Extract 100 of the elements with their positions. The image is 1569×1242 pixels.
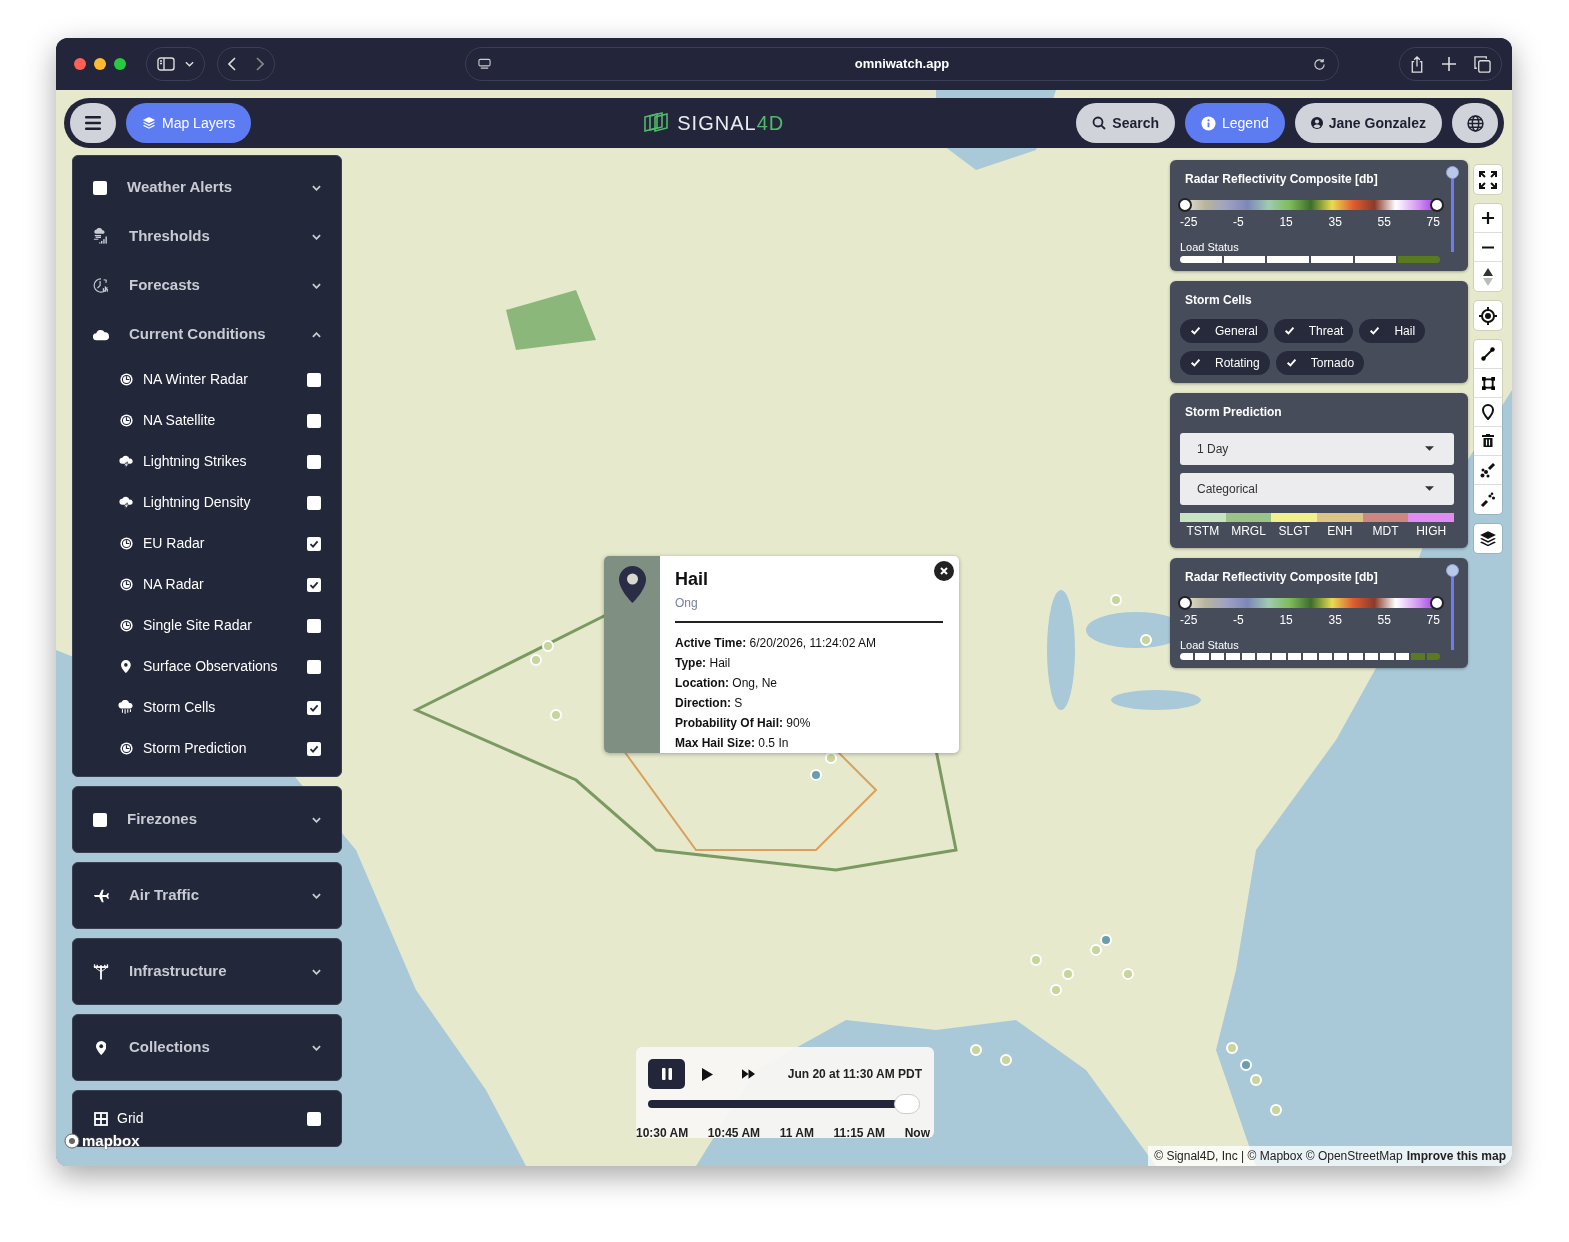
timestamp: Jun 20 at 11:30 AM PDT — [787, 1066, 922, 1083]
time-slider[interactable] — [648, 1094, 920, 1114]
select-field[interactable]: Categorical — [1180, 472, 1454, 505]
layer-item[interactable]: Surface Observations — [73, 646, 341, 687]
storm-cell-marker[interactable] — [1030, 954, 1042, 966]
layer-group-header[interactable]: Weather Alerts — [73, 163, 341, 212]
popup-title: Hail — [675, 568, 709, 590]
chevron-down-icon — [312, 282, 321, 289]
layer-item[interactable]: Lightning Strikes — [73, 441, 341, 482]
sidebar-toggle-button[interactable] — [157, 57, 175, 71]
pin-icon — [1482, 404, 1494, 420]
search-icon — [1092, 116, 1107, 130]
close-button[interactable] — [934, 561, 954, 581]
layer-item[interactable]: Storm Prediction — [73, 728, 341, 769]
checkbox[interactable] — [93, 180, 107, 195]
map-pin-icon — [618, 566, 646, 603]
chevron-down-icon — [312, 892, 321, 899]
tabs-icon — [1474, 55, 1491, 73]
forward-button[interactable] — [256, 57, 264, 71]
storm-cell-marker[interactable] — [1226, 1042, 1238, 1054]
storm-cell-marker[interactable] — [1090, 944, 1102, 956]
layer-group-header[interactable]: Infrastructure — [73, 947, 341, 996]
scale-tick-label: -25 — [1180, 214, 1198, 231]
filter-chip[interactable]: Rotating — [1180, 350, 1270, 375]
opacity-slider[interactable] — [1446, 166, 1460, 252]
storm-cell-marker[interactable] — [550, 709, 562, 721]
back-icon — [228, 57, 236, 71]
checkbox[interactable] — [307, 1111, 321, 1126]
filter-chip[interactable]: Hail — [1359, 318, 1426, 343]
checkbox[interactable] — [307, 454, 321, 469]
layer-item[interactable]: NA Radar — [73, 564, 341, 605]
layer-item[interactable]: NA Satellite — [73, 400, 341, 441]
range-handle[interactable] — [1178, 198, 1192, 212]
storm-cell-marker[interactable] — [1062, 968, 1074, 980]
select-field[interactable]: 1 Day — [1180, 432, 1454, 465]
range-handle[interactable] — [1430, 198, 1444, 212]
chevron-down-icon — [312, 233, 321, 240]
storm-cell-marker[interactable] — [1122, 968, 1134, 980]
category-label: SLGT — [1278, 522, 1310, 540]
storm-cell-marker[interactable] — [1140, 634, 1152, 646]
filter-chip[interactable]: General — [1180, 318, 1268, 343]
range-handle[interactable] — [1178, 595, 1192, 610]
grid-icon — [94, 1111, 108, 1126]
layer-group-header[interactable]: Thresholds — [73, 212, 341, 261]
dropdown-button[interactable] — [185, 61, 194, 67]
layer-group-header[interactable]: Air Traffic — [73, 871, 341, 920]
storm-cell-marker[interactable] — [810, 769, 822, 781]
storm-cell-marker[interactable] — [825, 752, 837, 764]
checkbox[interactable] — [307, 372, 321, 387]
map-layers-button[interactable]: Map Layers — [126, 103, 252, 143]
legend-title: Storm Prediction — [1184, 403, 1283, 421]
checkbox[interactable] — [307, 577, 321, 592]
checkbox[interactable] — [307, 741, 321, 756]
layer-group-header[interactable]: Current Conditions — [73, 310, 341, 359]
layer-group-header[interactable]: Forecasts — [73, 261, 341, 310]
storm-cell-marker[interactable] — [542, 640, 554, 652]
share-button[interactable] — [1410, 55, 1424, 73]
storm-cell-marker[interactable] — [1250, 1074, 1262, 1086]
storm-cell-marker[interactable] — [970, 1044, 982, 1056]
storm-cell-marker[interactable] — [1000, 1054, 1012, 1066]
close-window-button[interactable] — [74, 58, 86, 70]
language-button[interactable] — [1452, 103, 1498, 143]
storm-cell-marker[interactable] — [530, 654, 542, 666]
range-handle[interactable] — [1430, 595, 1444, 610]
legend-button[interactable]: Legend — [1185, 103, 1285, 143]
storm-cell-marker[interactable] — [1240, 1059, 1252, 1071]
filter-chip[interactable]: Threat — [1273, 318, 1354, 343]
checkbox[interactable] — [307, 659, 321, 674]
layer-group-header[interactable]: Firezones — [73, 795, 341, 844]
storm-cell-marker[interactable] — [1100, 934, 1112, 946]
layer-group-header[interactable]: Collections — [73, 1023, 341, 1072]
tabs-button[interactable] — [1474, 55, 1491, 73]
search-button[interactable]: Search — [1076, 103, 1175, 143]
pause-button[interactable] — [648, 1059, 685, 1089]
combine-icon — [1480, 462, 1496, 478]
storm-cell-marker[interactable] — [1050, 984, 1062, 996]
improve-map-link[interactable]: Improve this map — [1406, 1147, 1506, 1165]
checkbox[interactable] — [307, 495, 321, 510]
menu-button[interactable] — [70, 103, 116, 143]
time-tick-label: 10:45 AM — [707, 1125, 761, 1142]
user-button[interactable]: Jane Gonzalez — [1294, 103, 1442, 143]
layer-item[interactable]: Storm Cells — [73, 687, 341, 728]
minimize-window-button[interactable] — [94, 58, 106, 70]
checkbox[interactable] — [93, 812, 107, 827]
new-tab-button[interactable] — [1442, 57, 1456, 71]
opacity-slider[interactable] — [1446, 563, 1460, 650]
layer-item[interactable]: NA Winter Radar — [73, 359, 341, 400]
checkbox[interactable] — [307, 700, 321, 715]
checkbox[interactable] — [307, 413, 321, 428]
layer-item[interactable]: Lightning Density — [73, 482, 341, 523]
layer-item[interactable]: EU Radar — [73, 523, 341, 564]
check-icon — [1369, 325, 1381, 336]
filter-chip[interactable]: Tornado — [1275, 350, 1365, 375]
storm-cell-marker[interactable] — [1270, 1104, 1282, 1116]
checkbox[interactable] — [307, 536, 321, 551]
back-button[interactable] — [228, 57, 236, 71]
layer-item[interactable]: Single Site Radar — [73, 605, 341, 646]
storm-cell-marker[interactable] — [1110, 594, 1122, 606]
maximize-window-button[interactable] — [114, 58, 126, 70]
checkbox[interactable] — [307, 618, 321, 633]
